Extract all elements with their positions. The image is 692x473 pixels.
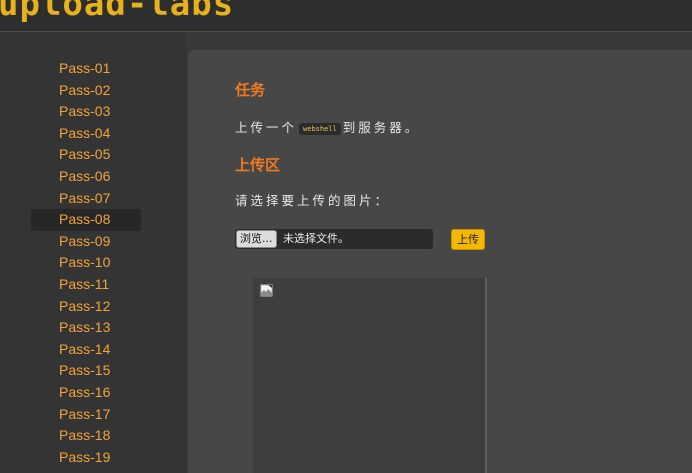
site-logo: upload-labs: [0, 0, 235, 24]
sidebar-item-pass-02: Pass-02: [0, 80, 186, 102]
broken-image-icon: [260, 284, 273, 297]
sidebar-item-pass-14: Pass-14: [0, 339, 186, 361]
file-status-text: 未选择文件。: [283, 232, 349, 245]
sidebar-link-pass-05[interactable]: Pass-05: [31, 144, 141, 166]
sidebar-item-pass-16: Pass-16: [0, 382, 186, 404]
sidebar-link-pass-01[interactable]: Pass-01: [31, 58, 141, 80]
sidebar-link-pass-12[interactable]: Pass-12: [31, 296, 141, 318]
sidebar-nav: Pass-01 Pass-02 Pass-03 Pass-04 Pass-05 Pass-…: [0, 32, 186, 473]
task-heading: 任务: [235, 81, 266, 99]
sidebar-item-pass-04: Pass-04: [0, 123, 186, 145]
sidebar-link-pass-19[interactable]: Pass-19: [31, 447, 141, 469]
file-input[interactable]: 浏览... 未选择文件。: [235, 229, 433, 249]
sidebar-item-pass-07: Pass-07: [0, 188, 186, 210]
sidebar-link-pass-07[interactable]: Pass-07: [31, 188, 141, 210]
sidebar-item-pass-01: Pass-01: [0, 58, 186, 80]
sidebar-item-pass-19: Pass-19: [0, 447, 186, 469]
sidebar-link-pass-18[interactable]: Pass-18: [31, 425, 141, 447]
upload-prompt: 请选择要上传的图片：: [235, 193, 391, 208]
sidebar-item-pass-12: Pass-12: [0, 296, 186, 318]
task-text-after: 到服务器。: [342, 120, 421, 135]
sidebar-link-pass-09[interactable]: Pass-09: [31, 231, 141, 253]
sidebar-item-pass-11: Pass-11: [0, 274, 186, 296]
sidebar-link-pass-08[interactable]: Pass-08: [31, 209, 141, 231]
sidebar-link-pass-15[interactable]: Pass-15: [31, 360, 141, 382]
sidebar-link-pass-16[interactable]: Pass-16: [31, 382, 141, 404]
main-panel: 任务 上传一个 webshell 到服务器。 上传区 请选择要上传的图片： 浏览..…: [188, 50, 692, 473]
sidebar-item-pass-10: Pass-10: [0, 252, 186, 274]
sidebar-item-pass-15: Pass-15: [0, 360, 186, 382]
sidebar-item-pass-08: Pass-08: [0, 209, 186, 231]
browse-button[interactable]: 浏览...: [236, 230, 277, 248]
sidebar-item-pass-03: Pass-03: [0, 101, 186, 123]
sidebar-item-pass-18: Pass-18: [0, 425, 186, 447]
sidebar-item-pass-17: Pass-17: [0, 404, 186, 426]
sidebar-link-pass-14[interactable]: Pass-14: [31, 339, 141, 361]
webshell-code-tag: webshell: [299, 122, 341, 135]
sidebar-item-pass-05: Pass-05: [0, 144, 186, 166]
upload-button[interactable]: 上传: [451, 229, 485, 250]
task-description: 上传一个 webshell 到服务器。: [235, 117, 420, 136]
sidebar-link-pass-02[interactable]: Pass-02: [31, 80, 141, 102]
sidebar-item-pass-06: Pass-06: [0, 166, 186, 188]
sidebar-link-pass-03[interactable]: Pass-03: [31, 101, 141, 123]
sidebar-link-pass-10[interactable]: Pass-10: [31, 252, 141, 274]
sidebar-link-pass-04[interactable]: Pass-04: [31, 123, 141, 145]
upload-heading: 上传区: [235, 156, 281, 174]
image-preview-area: [253, 278, 487, 473]
sidebar-item-pass-13: Pass-13: [0, 317, 186, 339]
sidebar-link-pass-11[interactable]: Pass-11: [31, 274, 141, 296]
sidebar-list: Pass-01 Pass-02 Pass-03 Pass-04 Pass-05 Pass-…: [0, 32, 186, 468]
sidebar-link-pass-13[interactable]: Pass-13: [31, 317, 141, 339]
sidebar-link-pass-17[interactable]: Pass-17: [31, 404, 141, 426]
top-bar: upload-labs: [0, 0, 692, 32]
task-text-before: 上传一个: [235, 120, 298, 135]
sidebar-link-pass-06[interactable]: Pass-06: [31, 166, 141, 188]
sidebar-item-pass-09: Pass-09: [0, 231, 186, 253]
